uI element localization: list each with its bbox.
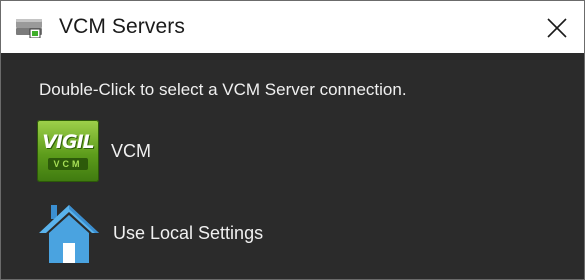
vcm-logo-text: VCM <box>48 158 88 170</box>
vigil-logo-text: VIGIL <box>42 131 95 153</box>
vcm-servers-window: VCM Servers Double-Click to select a VCM… <box>0 0 585 280</box>
vigil-vcm-logo-icon: VIGIL VCM <box>37 120 99 182</box>
server-item-use-local-settings[interactable]: Use Local Settings <box>37 201 263 265</box>
house-icon <box>37 201 101 265</box>
server-item-vcm[interactable]: VIGIL VCM VCM <box>37 120 151 182</box>
server-item-label: Use Local Settings <box>113 222 264 243</box>
server-drive-icon <box>15 16 45 38</box>
close-icon <box>547 18 567 38</box>
title-bar[interactable]: VCM Servers <box>1 1 584 53</box>
server-list-panel: Double-Click to select a VCM Server conn… <box>1 53 584 279</box>
server-item-label: VCM <box>111 140 151 161</box>
instruction-text: Double-Click to select a VCM Server conn… <box>39 80 407 99</box>
window-title: VCM Servers <box>59 15 185 38</box>
close-button[interactable] <box>542 13 572 43</box>
